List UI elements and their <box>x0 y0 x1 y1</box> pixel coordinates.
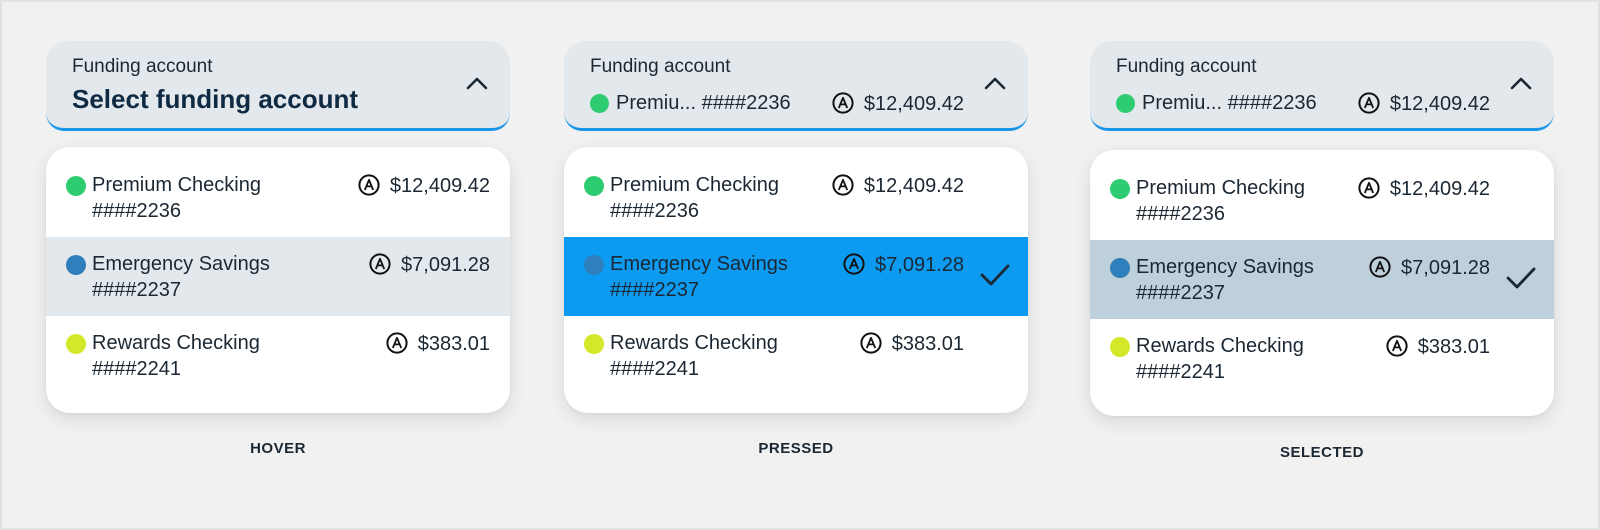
a-circle-icon <box>369 253 391 275</box>
account-balance: $12,409.42 <box>863 175 964 197</box>
account-number: ####2241 <box>1136 361 1225 383</box>
state-caption: HOVER <box>250 440 306 457</box>
account-balance-group: $383.01 <box>1386 335 1490 359</box>
selected-account-name: Premiu... ####2236 <box>1142 92 1317 114</box>
account-balance-group: $7,091.28 <box>1369 256 1490 280</box>
chevron-up-icon[interactable] <box>984 76 1006 90</box>
blue-dot-icon <box>584 255 604 275</box>
dropdown-hover-state: Funding account Select funding account P… <box>46 41 510 457</box>
account-number: ####2237 <box>610 279 699 301</box>
account-name: Premium Checking <box>92 174 261 196</box>
selected-account-balance: $12,409.42 <box>1389 93 1490 115</box>
field-label: Funding account <box>590 56 731 77</box>
account-name: Emergency Savings <box>1136 256 1314 278</box>
account-name: Rewards Checking <box>92 332 260 354</box>
green-dot-icon <box>584 176 604 196</box>
a-circle-icon <box>1369 256 1391 278</box>
account-balance-group: $383.01 <box>860 332 964 356</box>
a-circle-icon <box>386 332 408 354</box>
account-option-premium-checking[interactable]: Premium Checking ####2236 $12,409.42 <box>1090 161 1554 240</box>
account-options-list: Premium Checking ####2236 $12,409.42 Eme… <box>46 147 510 413</box>
selected-balance-group: $12,409.42 <box>832 92 964 116</box>
account-number: ####2236 <box>92 200 181 222</box>
chevron-up-icon[interactable] <box>1510 76 1532 90</box>
a-circle-icon <box>832 92 854 114</box>
selected-balance-group: $12,409.42 <box>1358 92 1490 116</box>
account-balance: $383.01 <box>417 333 490 355</box>
a-circle-icon <box>860 332 882 354</box>
dropdown-selected-state: Funding account Premiu... ####2236 $12,4… <box>1090 41 1554 461</box>
account-option-rewards-checking[interactable]: Rewards Checking ####2241 $383.01 <box>46 316 510 395</box>
green-dot-icon <box>1116 94 1135 113</box>
a-circle-icon <box>1358 177 1380 199</box>
account-option-rewards-checking[interactable]: Rewards Checking ####2241 $383.01 <box>564 316 1028 395</box>
account-balance: $383.01 <box>1417 336 1490 358</box>
account-name: Emergency Savings <box>92 253 270 275</box>
account-balance-group: $12,409.42 <box>358 174 490 198</box>
a-circle-icon <box>1358 92 1380 114</box>
state-caption: SELECTED <box>1279 444 1364 461</box>
yellow-green-dot-icon <box>584 334 604 354</box>
account-name: Rewards Checking <box>1136 335 1304 357</box>
account-name: Rewards Checking <box>610 332 778 354</box>
a-circle-icon <box>1386 335 1408 357</box>
account-option-emergency-savings[interactable]: Emergency Savings ####2237 $7,091.28 <box>1090 240 1554 319</box>
funding-account-field[interactable]: Funding account Premiu... ####2236 $12,4… <box>564 41 1028 131</box>
blue-dot-icon <box>66 255 86 275</box>
account-balance: $12,409.42 <box>1389 178 1490 200</box>
account-balance: $7,091.28 <box>875 254 964 276</box>
a-circle-icon <box>843 253 865 275</box>
chevron-up-icon[interactable] <box>466 76 488 90</box>
account-balance-group: $383.01 <box>386 332 490 356</box>
green-dot-icon <box>1110 179 1130 199</box>
account-number: ####2236 <box>1136 203 1225 225</box>
account-number: ####2237 <box>1136 282 1225 304</box>
selected-account-summary: Premiu... ####2236 $12,409.42 <box>1116 91 1490 117</box>
checkmark-icon <box>1506 267 1536 289</box>
account-option-emergency-savings[interactable]: Emergency Savings ####2237 $7,091.28 <box>564 237 1028 316</box>
account-options-list: Premium Checking ####2236 $12,409.42 Eme… <box>564 147 1028 413</box>
blue-dot-icon <box>1110 258 1130 278</box>
account-balance-group: $7,091.28 <box>843 253 964 277</box>
checkmark-icon <box>980 264 1010 286</box>
account-number: ####2241 <box>92 358 181 380</box>
account-balance: $12,409.42 <box>389 175 490 197</box>
account-option-rewards-checking[interactable]: Rewards Checking ####2241 $383.01 <box>1090 319 1554 398</box>
account-name: Premium Checking <box>610 174 779 196</box>
selected-account-name: Premiu... ####2236 <box>616 92 791 114</box>
account-balance-group: $7,091.28 <box>369 253 490 277</box>
a-circle-icon <box>358 174 380 196</box>
account-option-emergency-savings[interactable]: Emergency Savings ####2237 $7,091.28 <box>46 237 510 316</box>
account-balance-group: $12,409.42 <box>832 174 964 198</box>
state-caption: PRESSED <box>758 440 834 457</box>
green-dot-icon <box>590 94 609 113</box>
account-balance: $7,091.28 <box>1401 257 1490 279</box>
account-balance-group: $12,409.42 <box>1358 177 1490 201</box>
account-option-premium-checking[interactable]: Premium Checking ####2236 $12,409.42 <box>564 158 1028 237</box>
field-placeholder-value: Select funding account <box>72 84 359 114</box>
account-number: ####2241 <box>610 358 699 380</box>
account-name: Emergency Savings <box>610 253 788 275</box>
account-options-list: Premium Checking ####2236 $12,409.42 Eme… <box>1090 150 1554 416</box>
account-option-premium-checking[interactable]: Premium Checking ####2236 $12,409.42 <box>46 158 510 237</box>
yellow-green-dot-icon <box>1110 337 1130 357</box>
account-number: ####2236 <box>610 200 699 222</box>
account-name: Premium Checking <box>1136 177 1305 199</box>
funding-account-field[interactable]: Funding account Premiu... ####2236 $12,4… <box>1090 41 1554 131</box>
yellow-green-dot-icon <box>66 334 86 354</box>
field-label: Funding account <box>72 56 213 77</box>
selected-account-summary: Premiu... ####2236 $12,409.42 <box>590 91 964 117</box>
selected-account-balance: $12,409.42 <box>863 93 964 115</box>
account-balance: $383.01 <box>891 333 964 355</box>
account-balance: $7,091.28 <box>401 254 490 276</box>
funding-account-field[interactable]: Funding account Select funding account <box>46 41 510 131</box>
green-dot-icon <box>66 176 86 196</box>
a-circle-icon <box>832 174 854 196</box>
field-label: Funding account <box>1116 56 1257 77</box>
dropdown-pressed-state: Funding account Premiu... ####2236 $12,4… <box>564 41 1028 457</box>
account-number: ####2237 <box>92 279 181 301</box>
